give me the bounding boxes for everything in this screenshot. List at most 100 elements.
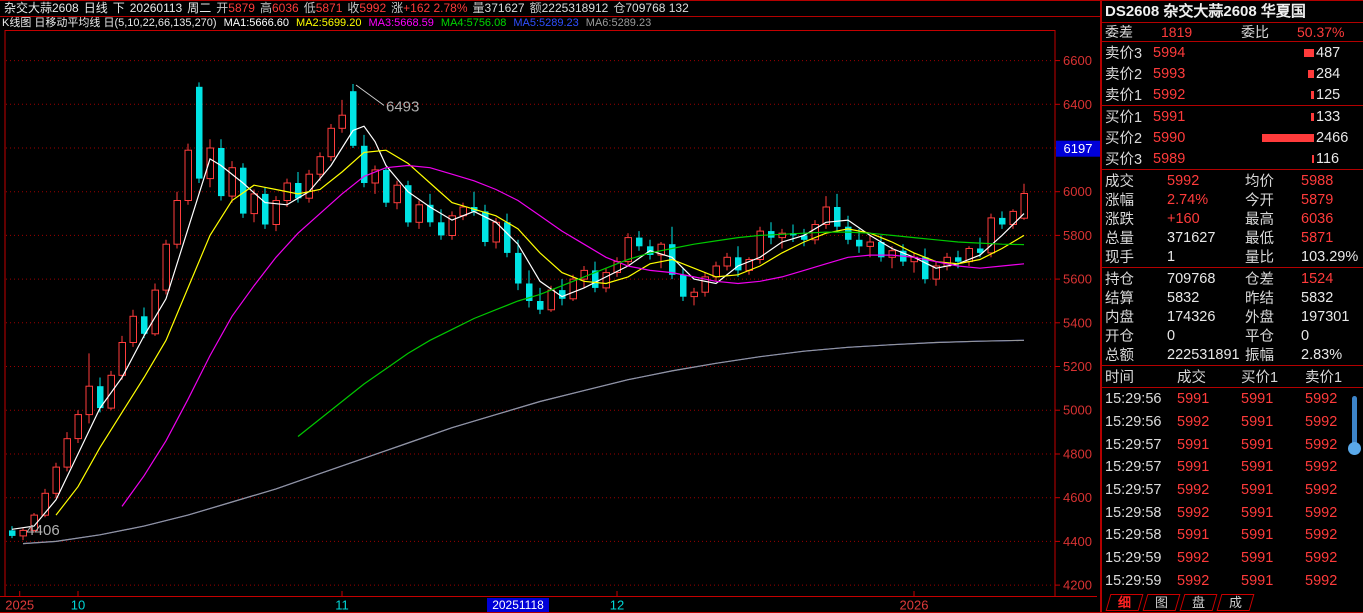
trade-list: 15:29:5659915991599215:29:56599259915992… <box>1102 388 1363 592</box>
y-axis-label: 6400 <box>1063 97 1092 112</box>
x-axis-label: 11 <box>335 598 349 613</box>
title-seg-6: 5879 <box>228 1 255 15</box>
x-axis-label: 2026 <box>900 598 929 613</box>
trade-row: 15:29:57599259915992 <box>1102 479 1363 502</box>
title-seg-16: 371627 <box>485 1 525 15</box>
cursor-date-label: 20251118 <box>492 598 544 612</box>
ma-line-MA1 <box>12 126 1024 529</box>
trade-price: 5992 <box>1177 573 1241 589</box>
y-axis-label: 6000 <box>1063 184 1092 199</box>
y-axis-label: 4600 <box>1063 490 1092 505</box>
trade-row: 15:29:58599159915992 <box>1102 524 1363 547</box>
time-and-sales-header: 时间 成交 买价1 卖价1 <box>1102 366 1363 388</box>
quote-panel: DS2608 杂交大蒜2608 华夏国 委差 1819 委比 50.37% 卖价… <box>1100 1 1363 612</box>
quote-volume: 116 <box>1316 151 1360 167</box>
ask-row[interactable]: 卖价35994487 <box>1102 42 1363 63</box>
trade-row: 15:29:56599159915992 <box>1102 388 1363 411</box>
quote-volume: 2466 <box>1316 130 1360 146</box>
quote-price: 5994 <box>1153 45 1205 61</box>
info-value: 1 <box>1167 249 1245 265</box>
info-row: 涨跌+160最高6036 <box>1102 209 1363 228</box>
tab-成[interactable]: 成 <box>1217 594 1255 611</box>
info-value: 371627 <box>1167 230 1245 246</box>
info-label: 总额 <box>1105 344 1167 365</box>
info-row: 总额222531891振幅2.83% <box>1102 345 1363 364</box>
trade-bid1: 5991 <box>1241 459 1305 475</box>
info-label: 量比 <box>1245 246 1301 267</box>
title-seg-19: 仓 <box>613 1 625 15</box>
ma-legend-item-0: K线图 日移动平均线 日(5,10,22,66,135,270) <box>2 17 217 29</box>
scrollbar[interactable] <box>1347 396 1361 468</box>
title-seg-9: 低 <box>304 1 316 15</box>
volume-bar <box>1312 155 1314 163</box>
info-label: 结算 <box>1105 287 1167 308</box>
panel-tabs: 细图盘成 <box>1102 592 1363 612</box>
title-seg-8: 6036 <box>272 1 299 15</box>
tab-图[interactable]: 图 <box>1143 594 1181 611</box>
info-value: 2.83% <box>1301 347 1360 363</box>
trade-time: 15:29:58 <box>1102 505 1177 521</box>
info-value: 5832 <box>1167 290 1245 306</box>
trade-ask1: 5992 <box>1305 573 1363 589</box>
bid-quotes: 买价15991133买价259902466买价35989116 <box>1102 106 1363 170</box>
title-seg-17: 额 <box>530 1 542 15</box>
info-label: 最低 <box>1245 227 1301 248</box>
trade-bid1: 5991 <box>1241 550 1305 566</box>
trade-row: 15:29:56599259915992 <box>1102 411 1363 434</box>
kline-chart[interactable]: 4200440046004800500052005400560058006000… <box>0 30 1100 612</box>
info-value: 5992 <box>1167 173 1245 189</box>
tab-盘[interactable]: 盘 <box>1180 594 1218 611</box>
trade-price: 5991 <box>1177 437 1241 453</box>
ma-legend-item-4: MA4:5756.08 <box>441 17 506 29</box>
trade-row: 15:29:59599259915992 <box>1102 569 1363 592</box>
ma-legend-item-2: MA2:5699.20 <box>296 17 361 29</box>
quote-label: 买价3 <box>1105 148 1153 169</box>
title-seg-15: 量 <box>473 1 485 15</box>
info-label: 内盘 <box>1105 306 1167 327</box>
info-label: 均价 <box>1245 170 1301 191</box>
title-seg-7: 高 <box>260 1 272 15</box>
scrollbar-track[interactable] <box>1352 396 1357 448</box>
bid-row[interactable]: 买价15991133 <box>1102 106 1363 127</box>
trade-ask1: 5992 <box>1305 505 1363 521</box>
trade-row: 15:29:57599159915992 <box>1102 433 1363 456</box>
market-stats-1: 成交5992均价5988涨幅2.74%今开5879涨跌+160最高6036总量3… <box>1102 170 1363 268</box>
quote-label: 卖价1 <box>1105 84 1153 105</box>
title-seg-5: 开 <box>216 1 228 15</box>
info-value: 1524 <box>1301 271 1360 287</box>
ask-row[interactable]: 卖价15992125 <box>1102 84 1363 105</box>
ma-line-MA6 <box>23 340 1024 543</box>
y-axis-label: 6600 <box>1063 53 1092 68</box>
title-seg-12: 5992 <box>359 1 386 15</box>
volume-bar <box>1311 113 1314 121</box>
x-axis-label: 12 <box>610 598 624 613</box>
y-axis-label: 4200 <box>1063 578 1092 593</box>
info-value: 222531891 <box>1167 347 1245 363</box>
info-row: 现手1量比103.29% <box>1102 247 1363 266</box>
trade-bid1: 5991 <box>1241 505 1305 521</box>
cursor-price-label: 6197 <box>1064 141 1093 156</box>
y-axis-label: 5800 <box>1063 228 1092 243</box>
bid-row[interactable]: 买价35989116 <box>1102 148 1363 169</box>
trade-ask1: 5992 <box>1305 482 1363 498</box>
info-value: 6036 <box>1301 211 1360 227</box>
scrollbar-thumb[interactable] <box>1348 442 1361 455</box>
trade-price: 5992 <box>1177 414 1241 430</box>
bid-row[interactable]: 买价259902466 <box>1102 127 1363 148</box>
title-seg-13: 涨 <box>391 1 403 15</box>
title-seg-2: 下 <box>113 1 125 15</box>
info-label: 涨跌 <box>1105 208 1167 229</box>
quote-price: 5991 <box>1153 109 1205 125</box>
quote-price: 5992 <box>1153 87 1205 103</box>
ask-row[interactable]: 卖价25993284 <box>1102 63 1363 84</box>
trading-terminal: 杂交大蒜2608日线下20260113周二开5879高6036低5871收599… <box>0 0 1363 613</box>
ma-legend-item-3: MA3:5668.59 <box>368 17 433 29</box>
trade-ask1: 5992 <box>1305 527 1363 543</box>
tab-细[interactable]: 细 <box>1106 594 1144 611</box>
trade-price: 5991 <box>1177 527 1241 543</box>
ma-line-MA2 <box>56 150 1024 515</box>
info-row: 结算5832昨结5832 <box>1102 288 1363 307</box>
info-value: 2.74% <box>1167 192 1245 208</box>
info-label: 振幅 <box>1245 344 1301 365</box>
info-value: 709768 <box>1167 271 1245 287</box>
